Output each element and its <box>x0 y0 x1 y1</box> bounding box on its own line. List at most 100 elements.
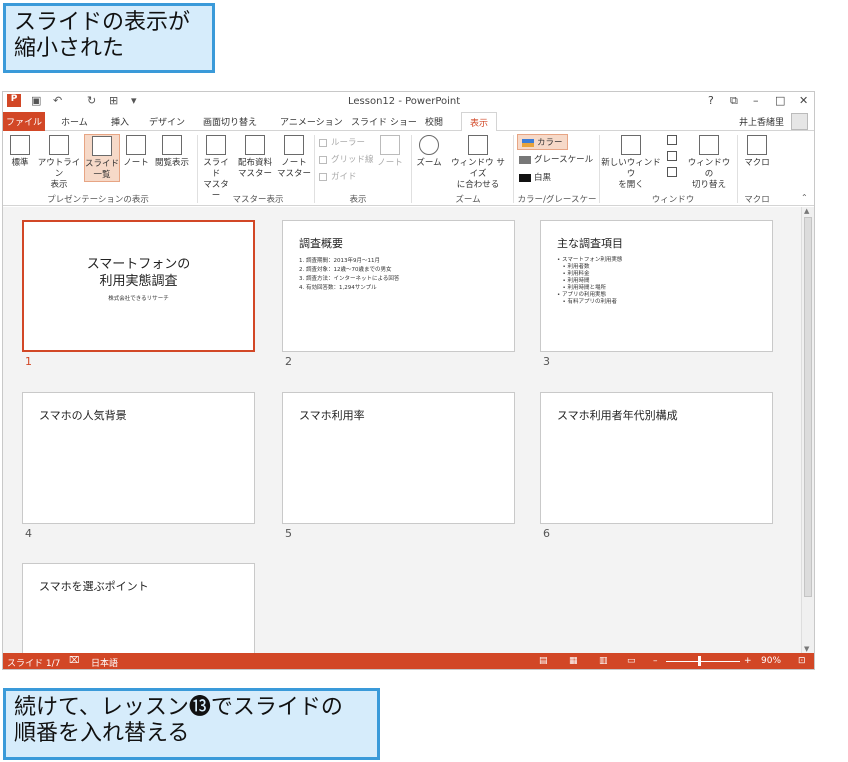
group-label-presentation-views: プレゼンテーションの表示 <box>47 195 149 205</box>
slide-thumbnail-6[interactable]: スマホ利用者年代別構成 <box>540 392 773 524</box>
scrollbar-thumb[interactable] <box>804 217 812 597</box>
tab-home[interactable]: ホーム <box>61 115 88 128</box>
slide-number: 2 <box>285 355 292 368</box>
handout-master-icon <box>245 135 265 155</box>
separator <box>599 135 600 203</box>
grayscale-button[interactable]: グレースケール <box>519 153 593 165</box>
notes-master-button[interactable]: ノート マスター <box>277 135 311 180</box>
slide-3-line: • 利用時間 <box>557 278 590 284</box>
switch-windows-button[interactable]: ウィンドウの 切り替え <box>685 135 733 191</box>
cascade-icon[interactable] <box>667 151 677 161</box>
slide-thumbnail-2[interactable]: 調査概要 1. 調査期間：2013年9月～11月 2. 調査対象：12歳～70歳… <box>282 220 515 352</box>
user-avatar[interactable] <box>791 113 808 130</box>
slide-3-title: 主な調査項目 <box>557 237 623 250</box>
black-white-button[interactable]: 白黒 <box>519 171 551 183</box>
minimize-button[interactable]: – <box>753 94 759 107</box>
slide-thumbnail-5[interactable]: スマホ利用率 <box>282 392 515 524</box>
group-label-show: 表示 <box>349 195 367 205</box>
save-icon[interactable]: ▣ <box>31 94 41 107</box>
maximize-button[interactable]: □ <box>775 94 785 107</box>
zoom-label: ズーム <box>416 158 442 168</box>
vertical-scrollbar[interactable]: ▲ ▼ <box>801 207 814 653</box>
zoom-slider-thumb[interactable] <box>698 656 702 666</box>
reading-view-label: 閲覧表示 <box>154 158 189 168</box>
slide-sorter-button[interactable]: スライド 一覧 <box>84 134 120 182</box>
reading-view-icon <box>162 135 182 155</box>
guides-label: ガイド <box>331 172 357 182</box>
slide-2-body: 1. 調査期間：2013年9月～11月 2. 調査対象：12歳～70歳までの男女… <box>299 257 399 293</box>
zoom-out-icon[interactable]: – <box>653 656 658 666</box>
tab-view[interactable]: 表示 <box>461 112 497 132</box>
slide-3-line: • 利用時間と場所 <box>557 285 607 291</box>
slide-thumbnail-1[interactable]: スマートフォンの 利用実態調査 株式会社できるリサーチ <box>22 220 255 352</box>
outline-view-label-2: 表示 <box>50 180 68 190</box>
reading-view-button[interactable]: 閲覧表示 <box>151 135 193 169</box>
switch-windows-icon <box>699 135 719 155</box>
slide-2-title: 調査概要 <box>299 237 343 250</box>
ruler-checkbox[interactable]: ルーラー <box>319 136 365 148</box>
user-name[interactable]: 井上香緒里 <box>739 115 784 128</box>
reading-view-status-icon[interactable]: ▥ <box>599 656 608 666</box>
slide-1-title: スマートフォンの 利用実態調査 <box>24 256 253 290</box>
notes-page-button[interactable]: ノート <box>121 135 151 169</box>
scroll-down-icon[interactable]: ▼ <box>804 645 809 653</box>
slide-sorter-status-icon[interactable]: ▦ <box>569 656 578 666</box>
fit-to-window-button[interactable]: ウィンドウ サイズ に合わせる <box>447 135 509 191</box>
app-icon[interactable]: P <box>7 94 21 107</box>
title-bar: P ▣ ↶ ↻ ⊞ ▾ Lesson12 - PowerPoint ? ⧉ – … <box>3 92 814 112</box>
tab-insert[interactable]: 挿入 <box>111 115 129 128</box>
tab-slideshow[interactable]: スライド ショー <box>351 115 417 128</box>
customize-qat-icon[interactable]: ▾ <box>131 94 137 107</box>
undo-icon[interactable]: ↶ <box>53 94 62 107</box>
notes-status-icon[interactable]: ▤ <box>539 656 548 666</box>
black-white-label: 白黒 <box>534 173 552 183</box>
gridlines-checkbox[interactable]: グリッド線 <box>319 153 374 165</box>
collapse-ribbon-icon[interactable]: ⌃ <box>801 193 808 202</box>
slide-3-line: • 有料アプリの利用者 <box>557 299 618 305</box>
zoom-level[interactable]: 90% <box>761 656 781 666</box>
ribbon-display-options-button[interactable]: ⧉ <box>730 94 738 108</box>
move-split-icon[interactable] <box>667 167 677 177</box>
slide-master-button[interactable]: スライド マスター <box>201 135 231 202</box>
zoom-button[interactable]: ズーム <box>415 135 443 169</box>
new-window-label-2: を開く <box>618 180 644 190</box>
slide-sorter-area: スマートフォンの 利用実態調査 株式会社できるリサーチ 1 調査概要 1. 調査… <box>3 207 803 653</box>
slide-thumbnail-7[interactable]: スマホを選ぶポイント <box>22 563 255 653</box>
color-label: カラー <box>537 138 563 148</box>
slide-2-line: 3. 調査方法：インターネットによる回答 <box>299 276 400 282</box>
macros-button[interactable]: マクロ <box>741 135 773 169</box>
zoom-in-icon[interactable]: + <box>744 656 752 666</box>
spell-check-icon[interactable]: ⌧ <box>69 656 79 666</box>
tab-review[interactable]: 校閲 <box>425 115 443 128</box>
arrange-all-icon[interactable] <box>667 135 677 145</box>
close-button[interactable]: ✕ <box>799 94 808 107</box>
slideshow-status-icon[interactable]: ▭ <box>627 656 636 666</box>
outline-view-button[interactable]: アウトライン 表示 <box>37 135 81 191</box>
start-from-beginning-icon[interactable]: ⊞ <box>109 94 118 107</box>
outline-view-icon <box>49 135 69 155</box>
slide-thumbnail-4[interactable]: スマホの人気背景 <box>22 392 255 524</box>
switch-windows-label-1: ウィンドウの <box>687 158 731 179</box>
status-bar: スライド 1/7 ⌧ 日本語 ▤ ▦ ▥ ▭ – + 90% ⊡ <box>3 653 814 669</box>
zoom-slider[interactable] <box>666 661 740 662</box>
slide-thumbnail-3[interactable]: 主な調査項目 • スマートフォン利用実態 • 利用者数 • 利用料金 • 利用時… <box>540 220 773 352</box>
scroll-up-icon[interactable]: ▲ <box>804 207 809 215</box>
tab-animations[interactable]: アニメーション <box>280 115 343 128</box>
new-window-button[interactable]: 新しいウィンドウ を開く <box>601 135 661 191</box>
redo-icon[interactable]: ↻ <box>87 94 96 107</box>
language[interactable]: 日本語 <box>91 656 118 669</box>
tab-design[interactable]: デザイン <box>149 115 185 128</box>
tab-file[interactable]: ファイル <box>3 112 45 131</box>
group-label-zoom: ズーム <box>455 195 481 205</box>
color-button[interactable]: カラー <box>517 134 568 150</box>
callout-bottom-line2: 順番を入れ替える <box>14 721 190 746</box>
slide-number: 3 <box>543 355 550 368</box>
guides-checkbox[interactable]: ガイド <box>319 170 357 182</box>
normal-view-button[interactable]: 標準 <box>7 135 33 169</box>
tab-transitions[interactable]: 画面切り替え <box>203 115 257 128</box>
handout-master-button[interactable]: 配布資料 マスター <box>235 135 275 180</box>
notes-toggle-button[interactable]: ノート <box>375 135 405 169</box>
help-button[interactable]: ? <box>708 94 714 107</box>
notes-toggle-icon <box>380 135 400 155</box>
fit-slide-icon[interactable]: ⊡ <box>798 656 806 666</box>
